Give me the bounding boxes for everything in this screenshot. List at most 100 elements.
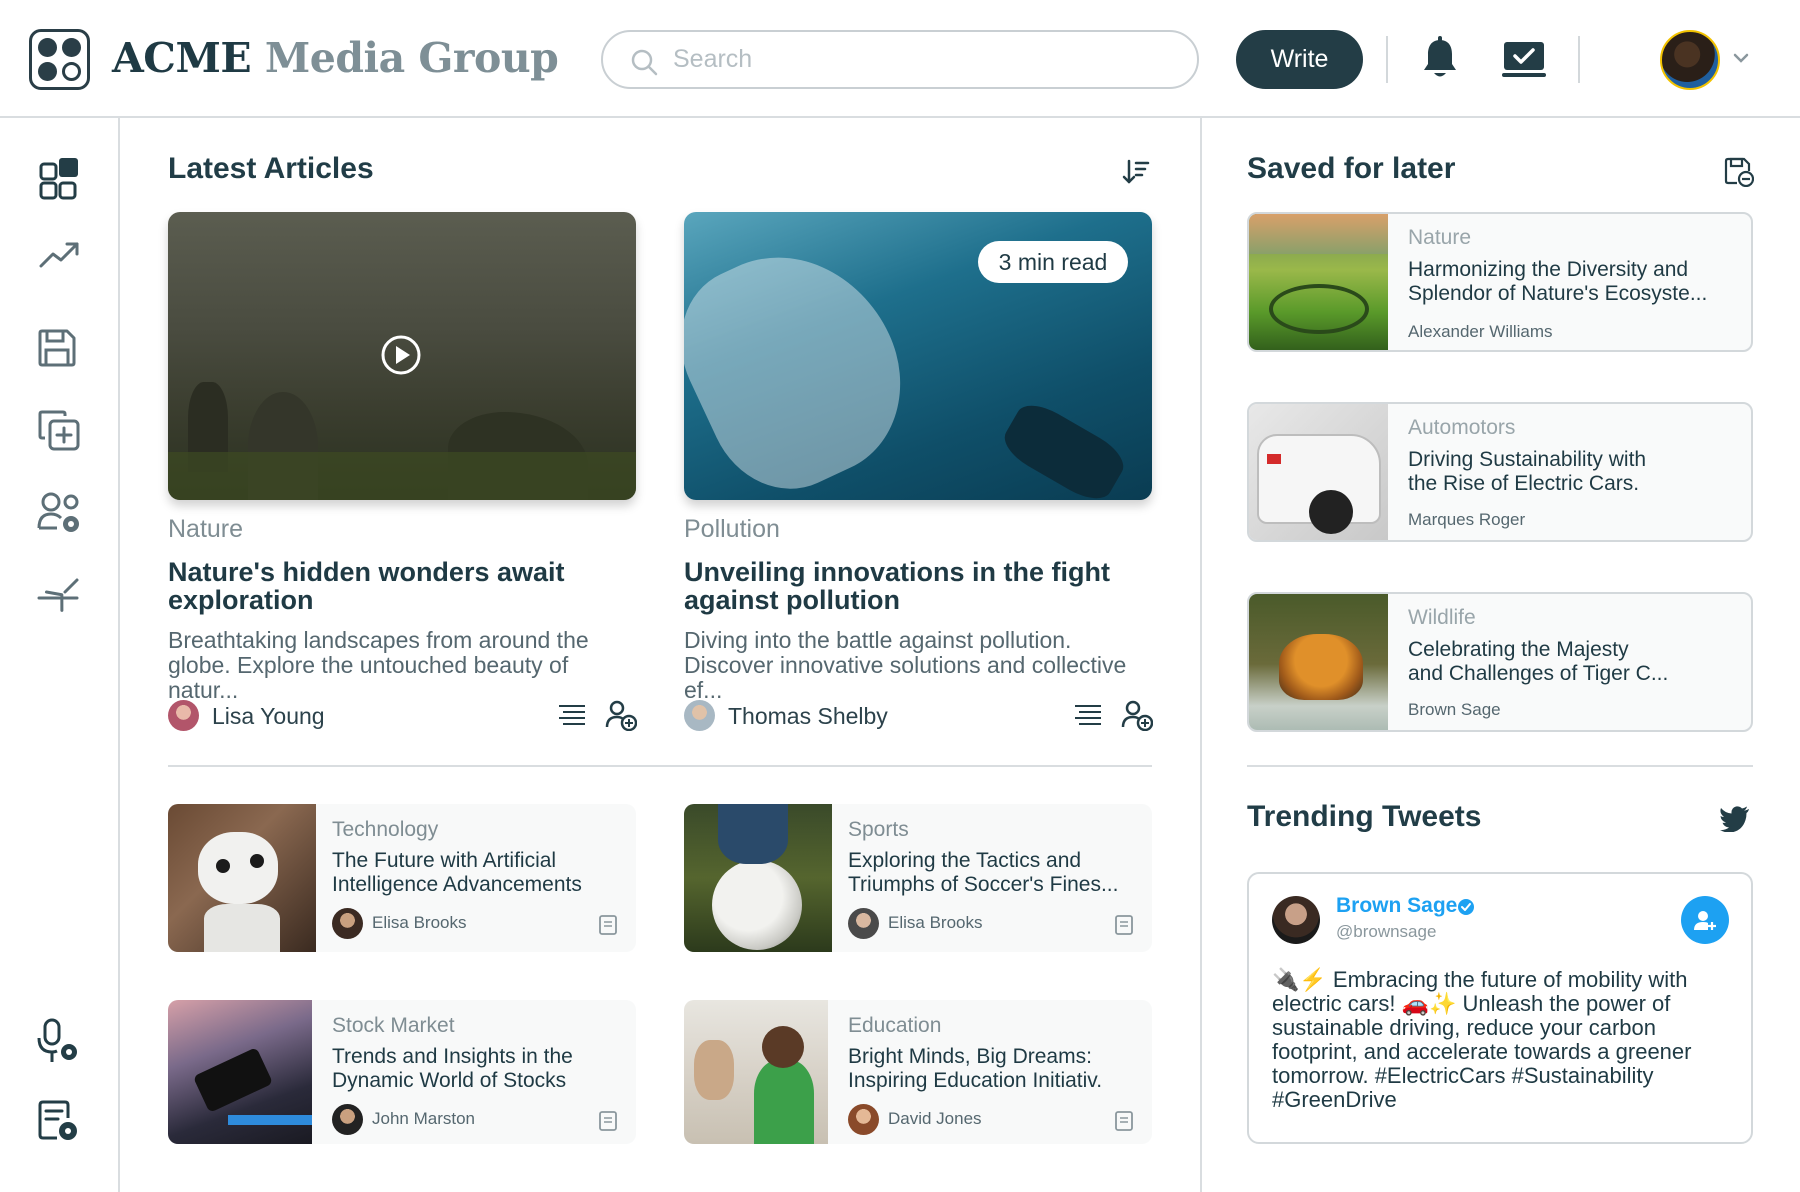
saved-title: Driving Sustainability with the Rise of … [1408,448,1646,496]
follow-author-icon[interactable] [605,699,637,731]
sky-shape [1249,214,1388,254]
play-icon[interactable] [380,334,422,376]
read-time-badge: 3 min read [978,241,1128,283]
title-line: Triumphs of Soccer's Fines... [848,873,1119,896]
summary-icon[interactable] [598,1110,618,1132]
saved-for-later-title: Saved for later [1247,152,1456,185]
summary-icon[interactable] [1114,914,1134,936]
title-line: Trends and Insights in the [332,1045,573,1068]
twitter-icon[interactable] [1720,806,1750,832]
author-avatar[interactable] [332,908,363,939]
article-thumbnail [168,1000,312,1144]
author-name[interactable]: David Jones [888,1109,982,1129]
chevron-down-icon[interactable] [1733,52,1749,64]
author-name[interactable]: John Marston [372,1109,475,1129]
saved-article-card[interactable]: Wildlife Celebrating the Majesty and Cha… [1247,592,1753,732]
featured-article-image[interactable] [168,212,636,500]
article-category: Pollution [684,515,780,543]
title-line: Dynamic World of Stocks [332,1069,567,1092]
summary-icon[interactable] [598,914,618,936]
author-avatar[interactable] [848,1104,879,1135]
saved-category: Automotors [1408,416,1516,439]
divider [168,765,1152,767]
robot-body [204,904,280,952]
user-avatar[interactable] [1660,30,1720,90]
user-settings-icon[interactable] [37,492,83,534]
soccer-ball-shape [712,860,802,950]
featured-article-image[interactable]: 3 min read [684,212,1152,500]
author-avatar[interactable] [684,700,715,731]
logo-icon[interactable] [29,29,90,90]
author-avatar[interactable] [848,908,879,939]
saved-article-card[interactable]: Nature Harmonizing the Diversity and Spl… [1247,212,1753,352]
author-name[interactable]: Lisa Young [212,703,325,730]
title-line: Intelligence Advancements [332,873,582,896]
follow-button[interactable] [1681,896,1729,944]
article-card[interactable]: Technology The Future with Artificial In… [168,804,636,952]
document-settings-icon[interactable] [37,1100,79,1142]
add-copy-icon[interactable] [37,408,81,452]
summary-icon[interactable] [557,703,587,727]
taillight-shape [1267,454,1281,464]
article-category: Stock Market [332,1014,455,1037]
column-divider [1200,118,1202,1192]
desc-line: Breathtaking landscapes from around the [168,627,589,653]
logo-dot [38,38,57,57]
desc-line: Diving into the battle against pollution… [684,627,1072,653]
trending-icon[interactable] [37,238,83,272]
debris-shape [997,396,1131,500]
article-thumbnail [684,804,832,952]
author-avatar[interactable] [168,700,199,731]
title-line: Bright Minds, Big Dreams: [848,1045,1092,1068]
tweet-card[interactable]: Brown Sage @brownsage 🔌⚡ Embracing the f… [1247,872,1753,1144]
mic-settings-icon[interactable] [37,1018,79,1064]
tweet-author-name[interactable]: Brown Sage [1336,894,1457,918]
saved-category: Nature [1408,226,1472,249]
author-avatar[interactable] [332,1104,363,1135]
article-title[interactable]: Unveiling innovations in the fight again… [684,558,1110,614]
plastic-shape [684,220,934,500]
article-card[interactable]: Sports Exploring the Tactics and Triumph… [684,804,1152,952]
inbox-check-icon[interactable] [1502,40,1546,78]
saved-author[interactable]: Marques Roger [1408,510,1525,530]
saved-article-card[interactable]: Automotors Driving Sustainability with t… [1247,402,1753,542]
saved-list-icon[interactable] [1724,157,1754,187]
follow-author-icon[interactable] [1121,699,1153,731]
desc-line: Discover innovative solutions and collec… [684,652,1127,703]
saved-author[interactable]: Brown Sage [1408,700,1501,720]
sort-icon[interactable] [1122,159,1150,185]
tweet-avatar[interactable] [1272,896,1320,944]
author-name[interactable]: Elisa Brooks [372,913,466,933]
robot-shape [198,832,278,904]
article-card[interactable]: Education Bright Minds, Big Dreams: Insp… [684,1000,1152,1144]
logo-dot [62,62,81,81]
article-card[interactable]: Stock Market Trends and Insights in the … [168,1000,636,1144]
child-shape [694,1040,734,1100]
title-line: Exploring the Tactics and [848,849,1082,872]
bell-icon[interactable] [1421,36,1459,80]
article-thumbnail [1249,214,1388,350]
summary-icon[interactable] [1073,703,1103,727]
article-title: The Future with Artificial Intelligence … [332,849,582,897]
summary-icon[interactable] [1114,1110,1134,1132]
title-line: Nature's hidden wonders await [168,557,565,587]
article-title[interactable]: Nature's hidden wonders await exploratio… [168,558,565,614]
author-name[interactable]: Thomas Shelby [728,703,888,730]
write-button[interactable]: Write [1236,30,1363,89]
author-name[interactable]: Elisa Brooks [888,913,982,933]
divider [1578,36,1580,83]
saved-title: Celebrating the Majesty and Challenges o… [1408,638,1668,686]
brand-name[interactable]: ACME Media Group [112,34,559,82]
divider [1247,765,1753,767]
wheel-shape [1309,490,1353,534]
saved-author[interactable]: Alexander Williams [1408,322,1553,342]
save-icon[interactable] [37,328,77,368]
child-shape [754,1060,814,1144]
dashboard-icon[interactable] [37,156,83,202]
tweet-handle[interactable]: @brownsage [1336,922,1436,942]
collapse-icon[interactable] [37,576,81,616]
title-line: Splendor of Nature's Ecosyste... [1408,282,1708,305]
article-thumbnail [1249,594,1388,730]
search-input[interactable]: Search [601,30,1199,89]
robot-eye [250,854,264,868]
